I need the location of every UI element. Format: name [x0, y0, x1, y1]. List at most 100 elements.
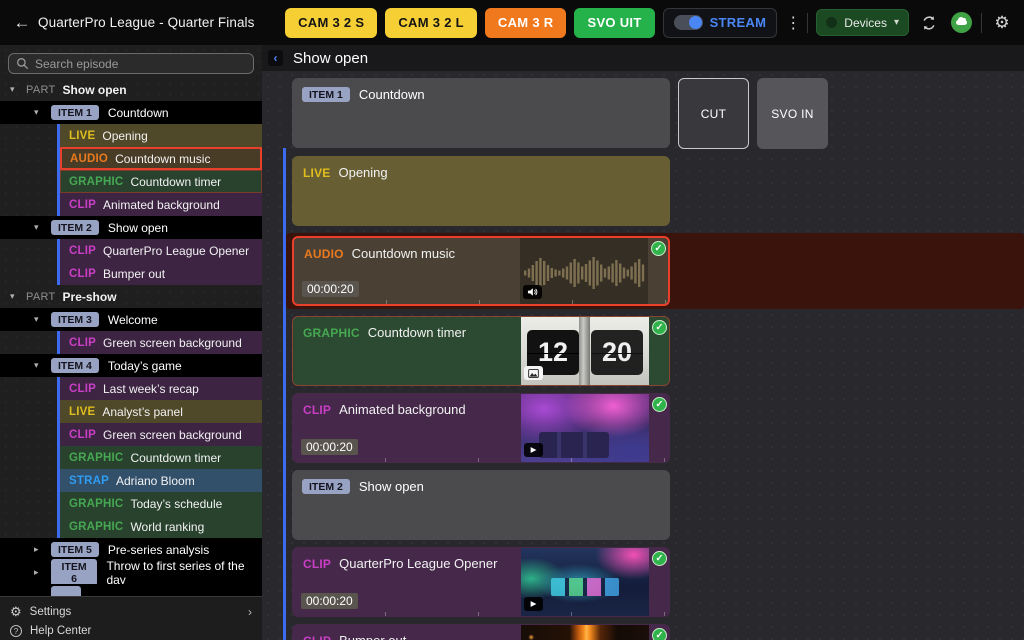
- caret-icon[interactable]: ▾: [34, 222, 43, 233]
- stream-toggle-track[interactable]: [674, 15, 703, 30]
- transport-button[interactable]: CUT: [678, 78, 749, 149]
- cloud-status-icon[interactable]: [949, 11, 973, 35]
- media-type-tag: GRAPHIC: [303, 326, 360, 340]
- tree-media-row[interactable]: CLIP Animated background: [60, 193, 262, 216]
- tree-item-row[interactable]: [0, 584, 262, 596]
- kebab-menu-icon[interactable]: ⋮: [785, 13, 799, 33]
- media-card[interactable]: CLIP Animated background ▶: [292, 393, 670, 463]
- devices-dropdown[interactable]: Devices ▾: [816, 9, 909, 36]
- tree-media-row[interactable]: STRAP Adriano Bloom: [60, 469, 262, 492]
- item-badge: ITEM 2: [302, 479, 350, 494]
- media-thumbnail: ▶: [521, 625, 649, 640]
- tree-item-row[interactable]: ▾ ITEM 2 Show open: [0, 216, 262, 239]
- tree-item-row[interactable]: ▾ ITEM 1 Countdown: [0, 101, 262, 124]
- media-card[interactable]: AUDIO Countdown music ▶ 0: [292, 236, 670, 306]
- media-label: World ranking: [130, 520, 204, 534]
- item-card[interactable]: ITEM 1 Countdown: [292, 78, 670, 148]
- tree-part-row[interactable]: ▾ PART Show open: [0, 78, 262, 101]
- item-card[interactable]: ITEM 2 Show open: [292, 470, 670, 540]
- tree-media-row[interactable]: GRAPHIC Countdown timer: [60, 170, 262, 193]
- media-label: Countdown timer: [368, 325, 466, 340]
- caret-icon[interactable]: ▾: [10, 84, 19, 95]
- back-arrow-icon[interactable]: ←: [10, 13, 34, 33]
- tree-media-row[interactable]: CLIP Green screen background: [60, 331, 262, 354]
- media-type-tag: CLIP: [303, 403, 331, 417]
- gear-icon[interactable]: ⚙: [990, 11, 1014, 35]
- item-label: Countdown: [359, 87, 425, 102]
- caret-icon[interactable]: ▾: [10, 291, 19, 302]
- tree-media-row[interactable]: CLIP Bumper out: [60, 262, 262, 285]
- media-label: Countdown music: [352, 246, 455, 261]
- gear-icon: ⚙: [10, 604, 22, 620]
- media-card[interactable]: GRAPHIC Countdown timer 2012 ▶: [292, 316, 670, 386]
- tree-media-row[interactable]: CLIP QuarterPro League Opener: [60, 239, 262, 262]
- stream-toggle-button[interactable]: STREAM: [663, 8, 778, 38]
- media-thumbnail: ▶: [521, 548, 649, 616]
- media-label: Analyst’s panel: [102, 405, 183, 419]
- media-card[interactable]: CLIP Bumper out ▶: [292, 624, 670, 640]
- tree-media-row[interactable]: CLIP Green screen background: [60, 423, 262, 446]
- tree-item-row[interactable]: ▾ ITEM 3 Welcome: [0, 308, 262, 331]
- collapse-panel-button[interactable]: ‹: [268, 50, 283, 66]
- media-type-tag: LIVE: [69, 130, 95, 142]
- play-icon: ▶: [524, 443, 543, 457]
- media-label: Bumper out: [339, 633, 406, 640]
- rundown-main: ‹ Show open ITEM 1 Countdown CUTSVO IN L…: [262, 45, 1024, 640]
- cam-button[interactable]: CAM 3 2 S: [285, 8, 377, 38]
- help-icon: ?: [10, 625, 22, 637]
- item-label: Show open: [359, 479, 424, 494]
- media-card[interactable]: LIVE Opening ▶: [292, 156, 670, 226]
- settings-label: Settings: [30, 606, 72, 618]
- help-center-item[interactable]: ? Help Center: [10, 621, 252, 640]
- settings-item[interactable]: ⚙ Settings ›: [10, 602, 252, 621]
- part-header: ‹ Show open: [262, 45, 1024, 71]
- tree-media-row[interactable]: CLIP Last week’s recap: [60, 377, 262, 400]
- duration-badge: 00:00:20: [302, 281, 359, 297]
- caret-icon[interactable]: ▾: [34, 107, 43, 118]
- tree-part-row[interactable]: ▾ PART Pre-show: [0, 285, 262, 308]
- main-media-row: AUDIO Countdown music ▶ 0: [286, 233, 1024, 309]
- sync-icon[interactable]: [917, 11, 941, 35]
- media-label: Today’s schedule: [130, 497, 222, 511]
- media-label: Animated background: [339, 402, 465, 417]
- tree-media-row[interactable]: LIVE Opening: [60, 124, 262, 147]
- duration-badge: 00:00:20: [301, 593, 358, 609]
- media-label: Animated background: [103, 198, 220, 212]
- media-label: QuarterPro League Opener: [339, 556, 497, 571]
- media-type-tag: CLIP: [303, 634, 331, 640]
- item-label: Countdown: [108, 106, 169, 120]
- transport-button[interactable]: SVO IN: [757, 78, 828, 149]
- cam-button[interactable]: CAM 3 R: [485, 8, 567, 38]
- media-type-tag: LIVE: [303, 166, 330, 180]
- media-type-tag: GRAPHIC: [69, 452, 123, 464]
- tree-media-row[interactable]: AUDIO Countdown music: [60, 147, 262, 170]
- caret-icon[interactable]: ▾: [34, 360, 43, 371]
- media-label: Bumper out: [103, 267, 165, 281]
- tree-item-row[interactable]: ▾ ITEM 4 Today’s game: [0, 354, 262, 377]
- cam-button[interactable]: SVO UIT: [574, 8, 654, 38]
- media-label: QuarterPro League Opener: [103, 244, 249, 258]
- check-status-icon: ✓: [652, 320, 667, 335]
- item-badge: ITEM 6: [51, 559, 98, 586]
- item-badge: ITEM 4: [51, 358, 99, 373]
- part-title: Show open: [293, 50, 368, 67]
- main-media-row: LIVE Opening ▶: [292, 156, 1024, 226]
- caret-icon[interactable]: ▸: [34, 567, 43, 578]
- chevron-right-icon: ›: [248, 605, 252, 619]
- media-label: Last week’s recap: [103, 382, 199, 396]
- tree-media-row[interactable]: GRAPHIC World ranking: [60, 515, 262, 538]
- tree-media-row[interactable]: LIVE Analyst’s panel: [60, 400, 262, 423]
- rundown-item-list: ITEM 1 Countdown CUTSVO IN LIVE Opening …: [283, 71, 1024, 640]
- media-card[interactable]: CLIP QuarterPro League Opener ▶: [292, 547, 670, 617]
- tree-media-row[interactable]: GRAPHIC Countdown timer: [60, 446, 262, 469]
- tree-item-row[interactable]: ▸ ITEM 6 Throw to first series of the da…: [0, 561, 262, 584]
- check-status-icon: ✓: [652, 628, 667, 640]
- caret-icon[interactable]: ▾: [34, 314, 43, 325]
- item-badge: ITEM 5: [51, 542, 99, 557]
- caret-icon[interactable]: ▸: [34, 544, 43, 555]
- tree-media-row[interactable]: GRAPHIC Today’s schedule: [60, 492, 262, 515]
- cam-button[interactable]: CAM 3 2 L: [385, 8, 477, 38]
- stream-toggle-knob: [689, 16, 702, 29]
- search-input[interactable]: [35, 57, 246, 71]
- media-type-tag: GRAPHIC: [69, 521, 123, 533]
